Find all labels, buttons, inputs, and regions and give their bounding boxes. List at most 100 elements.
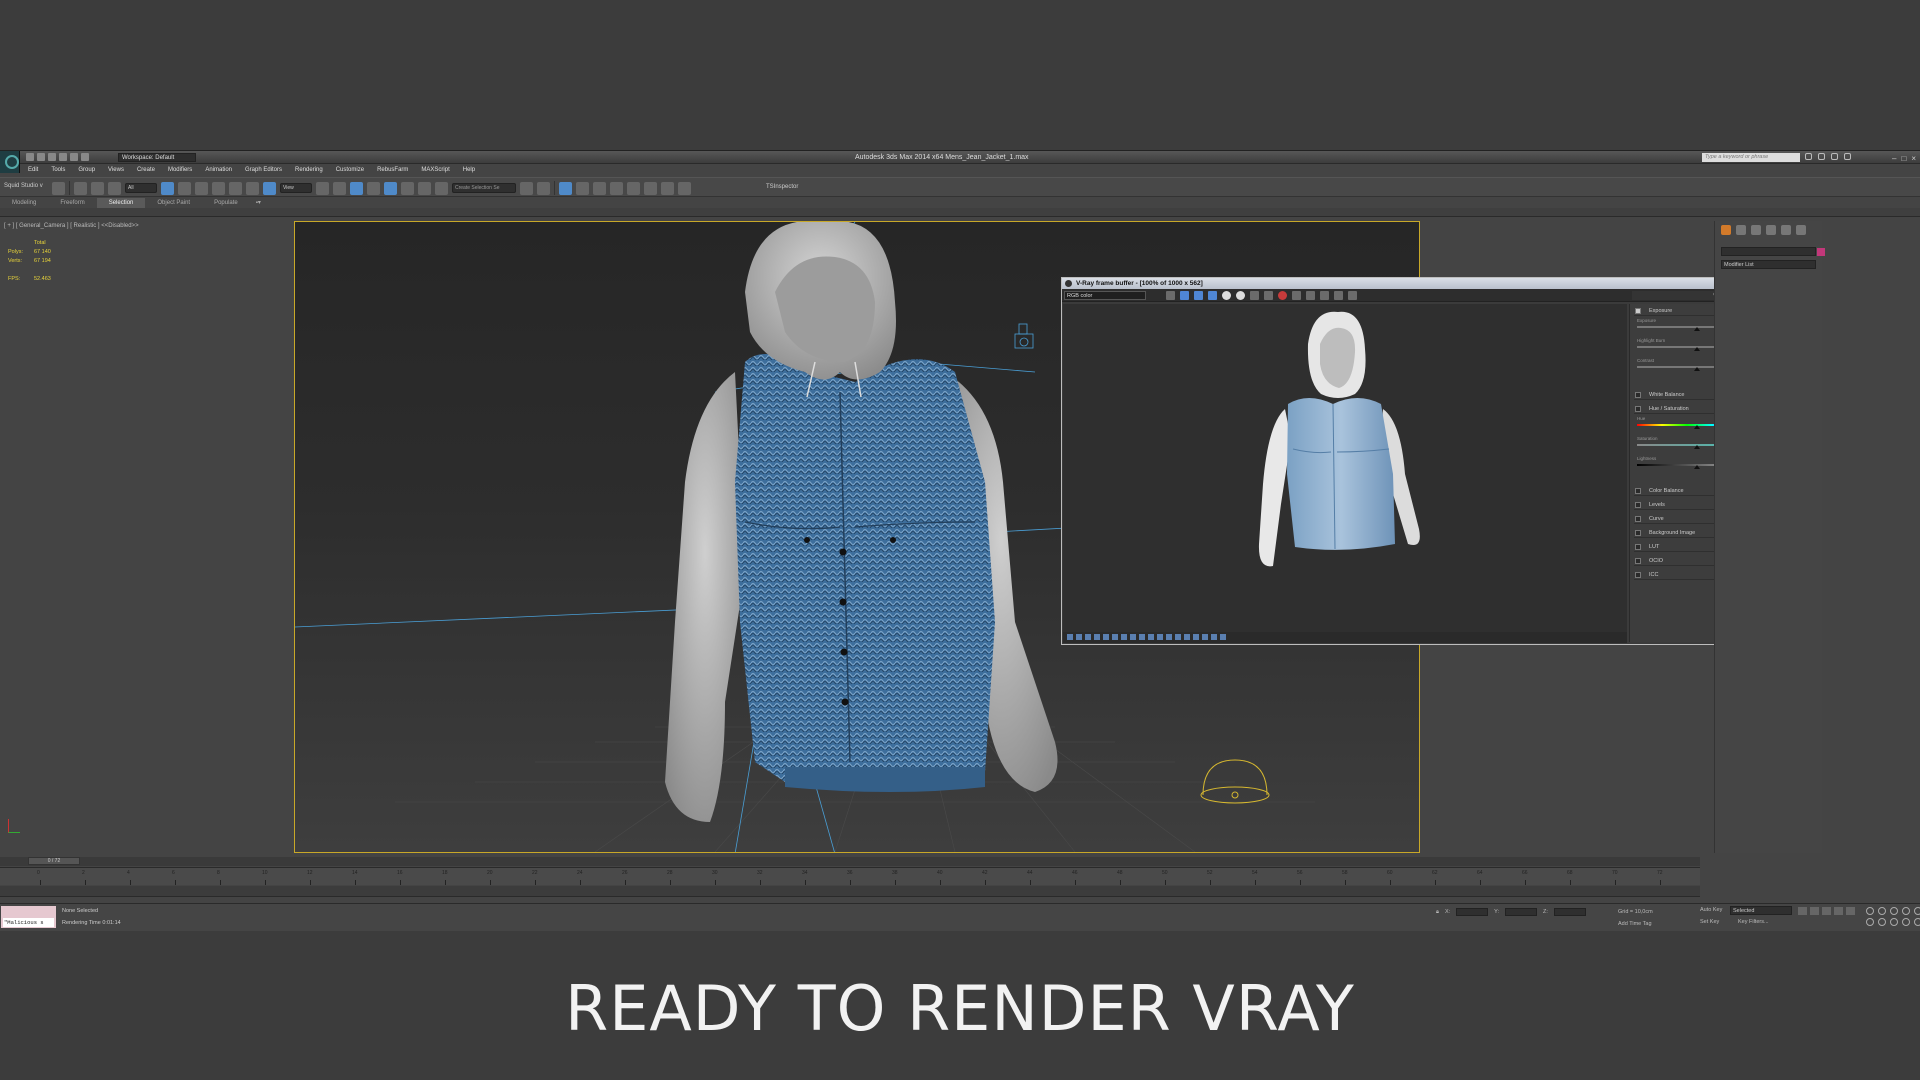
tab-object-paint[interactable]: Object Paint bbox=[145, 198, 202, 208]
maximize-viewport-icon[interactable] bbox=[1914, 918, 1920, 926]
render-icon[interactable] bbox=[1278, 291, 1287, 300]
save-image-icon[interactable] bbox=[1166, 291, 1175, 300]
pivot-icon[interactable] bbox=[316, 181, 329, 195]
status-icon[interactable] bbox=[1202, 634, 1208, 640]
align-icon[interactable] bbox=[537, 181, 550, 195]
menu-item[interactable]: Group bbox=[78, 165, 95, 176]
ribbon-toggle-icon[interactable]: ▪▾ bbox=[250, 198, 267, 208]
undo-icon[interactable] bbox=[59, 153, 67, 161]
status-icon[interactable] bbox=[1211, 634, 1217, 640]
minimize-icon[interactable]: – bbox=[1892, 152, 1896, 165]
blue-channel-icon[interactable] bbox=[1208, 291, 1217, 300]
tab-freeform[interactable]: Freeform bbox=[48, 198, 96, 208]
angle-snap-icon[interactable] bbox=[384, 181, 397, 195]
undo-icon[interactable] bbox=[52, 181, 65, 195]
slider-thumb[interactable] bbox=[1694, 347, 1700, 351]
status-icon[interactable] bbox=[1193, 634, 1199, 640]
exposure-checkbox[interactable] bbox=[1635, 308, 1641, 314]
correction-checkbox[interactable] bbox=[1635, 516, 1641, 522]
pan-icon[interactable] bbox=[1914, 907, 1920, 915]
vray-frame-buffer-window[interactable]: V-Ray frame buffer - [100% of 1000 x 562… bbox=[1061, 277, 1821, 645]
status-icon[interactable] bbox=[1184, 634, 1190, 640]
jacket-model[interactable] bbox=[665, 222, 1058, 822]
tsinspector-button[interactable]: TSInspector bbox=[766, 184, 798, 190]
roll-icon[interactable] bbox=[1890, 918, 1898, 926]
project-folder-icon[interactable] bbox=[81, 153, 89, 161]
select-manipulate-icon[interactable] bbox=[333, 181, 346, 195]
snaps-toggle-icon[interactable] bbox=[367, 181, 380, 195]
key-filters-button[interactable]: Key Filters... bbox=[1738, 919, 1769, 925]
rectangular-selection-icon[interactable] bbox=[195, 181, 208, 195]
new-file-icon[interactable] bbox=[26, 153, 34, 161]
bind-space-warp-icon[interactable] bbox=[108, 181, 121, 195]
white-balance-checkbox[interactable] bbox=[1635, 392, 1641, 398]
status-icon[interactable] bbox=[1121, 634, 1127, 640]
clear-icon[interactable] bbox=[1334, 291, 1343, 300]
status-icon[interactable] bbox=[1103, 634, 1109, 640]
lock-icon[interactable]: 🔒︎ bbox=[1436, 909, 1439, 916]
go-to-start-icon[interactable] bbox=[1798, 907, 1807, 915]
named-selection-dropdown[interactable]: Create Selection Se bbox=[452, 183, 516, 193]
modify-tab-icon[interactable] bbox=[1736, 225, 1746, 235]
mirror-icon[interactable] bbox=[520, 181, 533, 195]
key-mode-dropdown[interactable]: Selected bbox=[1730, 906, 1792, 915]
zoom-icon[interactable] bbox=[1866, 907, 1874, 915]
menu-item[interactable]: Rendering bbox=[295, 165, 323, 176]
time-slider-handle[interactable]: 0 / 72 bbox=[28, 857, 80, 865]
add-time-tag-button[interactable]: Add Time Tag bbox=[1618, 921, 1652, 927]
channel-dropdown[interactable]: RGB color bbox=[1064, 291, 1146, 300]
rendered-image[interactable] bbox=[1063, 304, 1627, 632]
stop-icon[interactable] bbox=[1348, 291, 1357, 300]
zoom-extents-icon[interactable] bbox=[1890, 907, 1898, 915]
hierarchy-tab-icon[interactable] bbox=[1751, 225, 1761, 235]
selection-filter-dropdown[interactable]: All bbox=[125, 183, 157, 193]
reference-coordinate-dropdown[interactable]: View bbox=[280, 183, 312, 193]
camera-icon[interactable] bbox=[1014, 323, 1034, 349]
go-to-end-icon[interactable] bbox=[1846, 907, 1855, 915]
edit-named-selection-icon[interactable] bbox=[435, 181, 448, 195]
truck-icon[interactable] bbox=[1902, 918, 1910, 926]
binoculars-icon[interactable] bbox=[1805, 153, 1812, 160]
menu-item[interactable]: Customize bbox=[336, 165, 364, 176]
tab-selection[interactable]: Selection bbox=[96, 198, 146, 208]
trackbar[interactable] bbox=[0, 886, 1700, 897]
menu-item[interactable]: Views bbox=[108, 165, 124, 176]
utilities-tab-icon[interactable] bbox=[1796, 225, 1806, 235]
app-logo-icon[interactable] bbox=[0, 151, 20, 173]
close-icon[interactable]: × bbox=[1911, 152, 1916, 165]
vfb-title-bar[interactable]: V-Ray frame buffer - [100% of 1000 x 562… bbox=[1062, 278, 1820, 289]
zoom-all-icon[interactable] bbox=[1878, 907, 1886, 915]
correction-checkbox[interactable] bbox=[1635, 572, 1641, 578]
scale-icon[interactable] bbox=[263, 181, 276, 195]
graphite-toggle-icon[interactable] bbox=[576, 181, 589, 195]
status-icon[interactable] bbox=[1220, 634, 1226, 640]
spinner-snap-icon[interactable] bbox=[418, 181, 431, 195]
rotate-icon[interactable] bbox=[246, 181, 259, 195]
menu-item[interactable]: MAXScript bbox=[421, 165, 449, 176]
viewport-label[interactable]: [ + ] [ General_Camera ] [ Realistic ] <… bbox=[4, 223, 139, 229]
y-field[interactable] bbox=[1505, 908, 1538, 916]
status-icon[interactable] bbox=[1157, 634, 1163, 640]
z-field[interactable] bbox=[1553, 908, 1586, 916]
object-name-field[interactable] bbox=[1721, 247, 1825, 256]
mono-icon[interactable] bbox=[1236, 291, 1245, 300]
menu-item[interactable]: Tools bbox=[51, 165, 65, 176]
rendered-frame-window-icon[interactable] bbox=[661, 181, 674, 195]
menu-item[interactable]: Modifiers bbox=[168, 165, 192, 176]
window-crossing-icon[interactable] bbox=[212, 181, 225, 195]
slider-thumb[interactable] bbox=[1694, 445, 1700, 449]
search-input[interactable]: Type a keyword or phrase bbox=[1702, 153, 1800, 162]
slider-thumb[interactable] bbox=[1694, 465, 1700, 469]
create-tab-icon[interactable] bbox=[1721, 225, 1731, 235]
menu-item[interactable]: Graph Editors bbox=[245, 165, 282, 176]
maxscript-listener[interactable]: "Malicious s bbox=[1, 906, 56, 928]
correction-checkbox[interactable] bbox=[1635, 544, 1641, 550]
set-key-button[interactable]: Set Key bbox=[1700, 919, 1719, 925]
status-icon[interactable] bbox=[1166, 634, 1172, 640]
layer-manager-icon[interactable] bbox=[559, 181, 572, 195]
keyboard-shortcut-icon[interactable] bbox=[350, 181, 363, 195]
link-icon[interactable] bbox=[74, 181, 87, 195]
slider-thumb[interactable] bbox=[1694, 425, 1700, 429]
load-icon[interactable] bbox=[1264, 291, 1273, 300]
modifier-list-dropdown[interactable]: Modifier List bbox=[1721, 260, 1816, 269]
